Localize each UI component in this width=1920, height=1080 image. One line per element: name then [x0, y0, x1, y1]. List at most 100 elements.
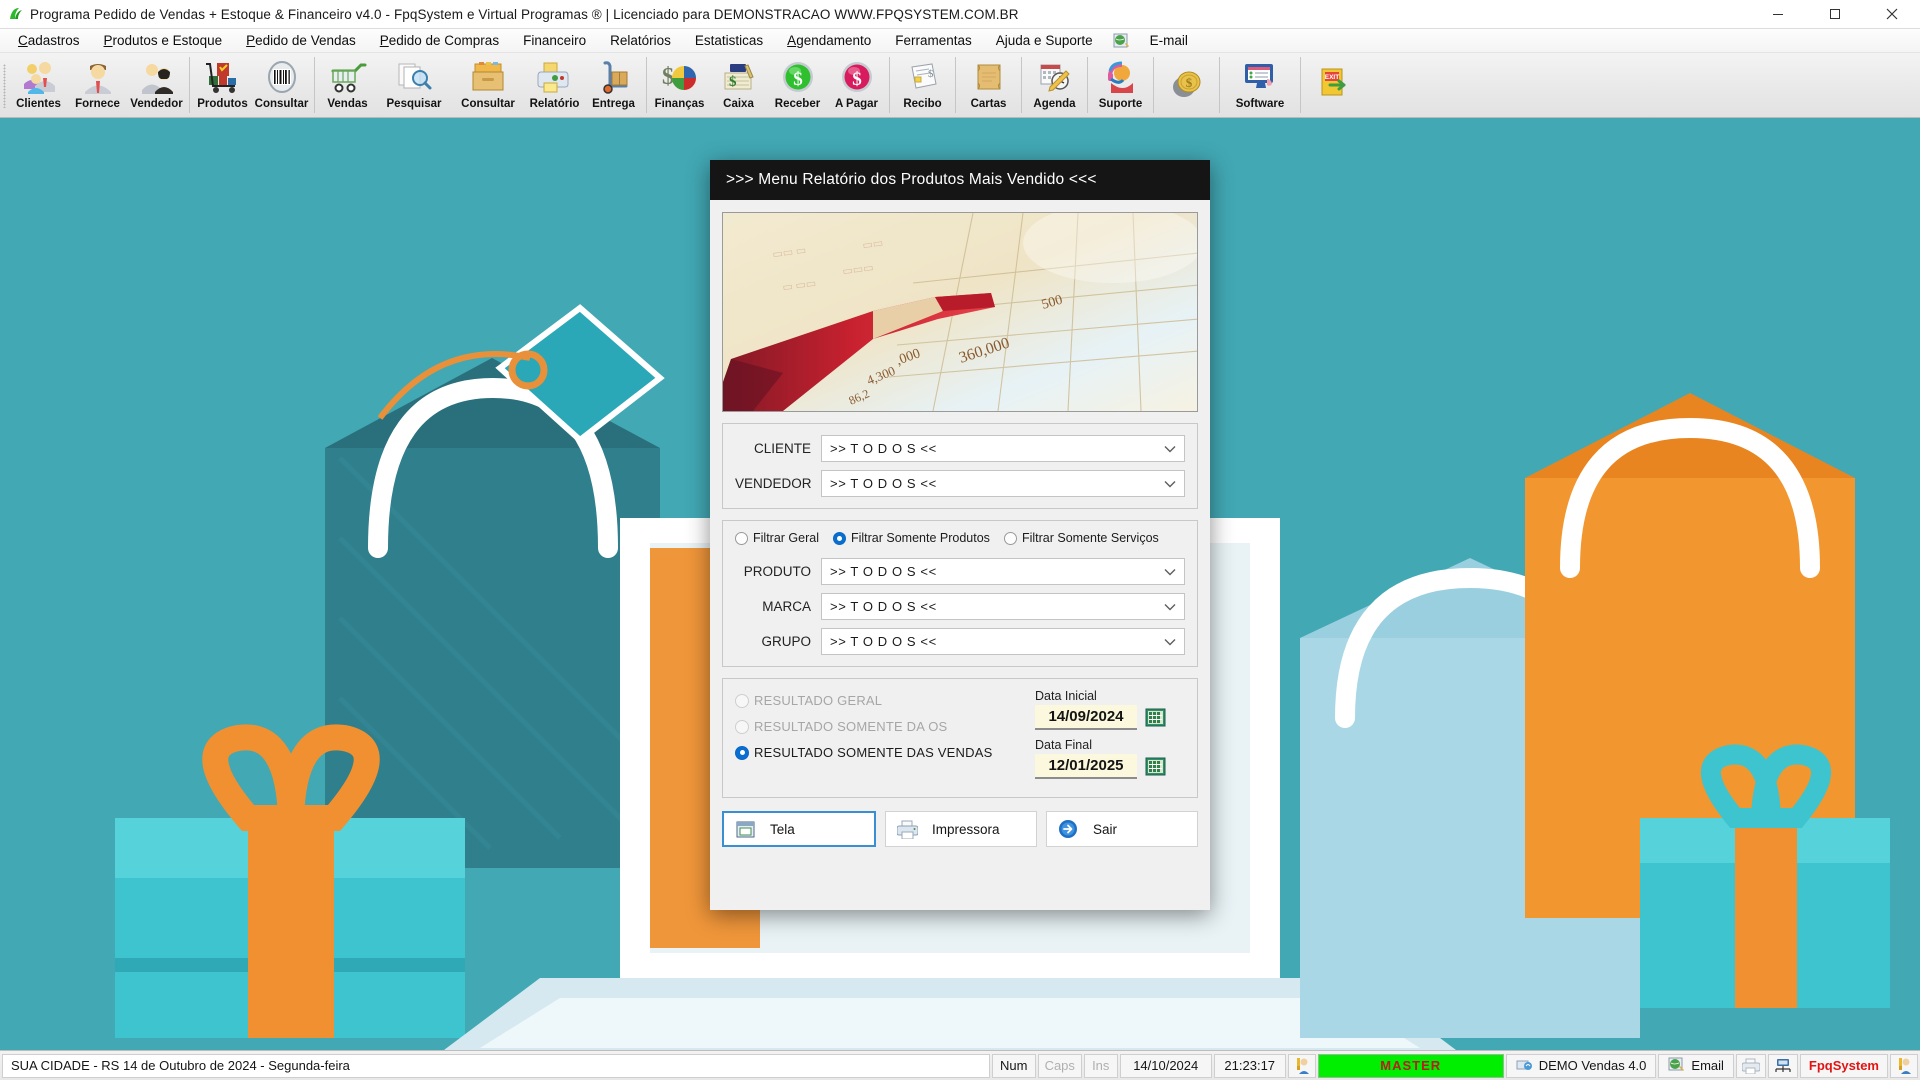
radio-filtrar-geral[interactable]: Filtrar Geral [735, 531, 819, 545]
menu-agendamento[interactable]: Agendamento [775, 31, 883, 50]
toolbar-group-sair: EXIT [1304, 53, 1363, 117]
chevron-down-icon [1164, 564, 1176, 579]
date-range-group: Data Inicial 14/09/2024 Data Final 12/01… [1035, 689, 1185, 787]
radio-resultado-somente-da-os[interactable]: RESULTADO SOMENTE DA OS [735, 719, 1035, 734]
filter-row-marca: MARCA >> T O D O S << [735, 592, 1185, 621]
printer-icon [896, 820, 918, 839]
menu-estatisticas[interactable]: Estatisticas [683, 31, 775, 50]
toolbar-button-vendas[interactable]: Vendas [318, 53, 377, 117]
toolbar-button-suporte[interactable]: Suporte [1091, 53, 1150, 117]
menu-cadastros[interactable]: Cadastros [6, 31, 92, 50]
menu-relatorios[interactable]: Relatórios [598, 31, 683, 50]
grupo-combobox[interactable]: >> T O D O S << [821, 628, 1185, 655]
data-inicial-input[interactable]: 14/09/2024 [1035, 705, 1137, 730]
clients-group-icon [20, 57, 58, 97]
radio-label: RESULTADO SOMENTE DA OS [754, 719, 948, 734]
impressora-button[interactable]: Impressora [885, 811, 1037, 847]
close-button[interactable] [1863, 0, 1920, 29]
menu-email[interactable]: E-mail [1138, 31, 1200, 50]
toolbar-button-relatorio[interactable]: Relatório [525, 53, 584, 117]
minimize-button[interactable] [1749, 0, 1806, 29]
toolbar-button-vendedor[interactable]: Vendedor [127, 53, 186, 117]
toolbar-button-recibo[interactable]: $ Recibo [893, 53, 952, 117]
data-final-input[interactable]: 12/01/2025 [1035, 754, 1137, 779]
chevron-down-icon [1164, 599, 1176, 614]
tela-button[interactable]: Tela [722, 811, 876, 847]
toolbar-button-clientes[interactable]: Clientes [9, 53, 68, 117]
calendar-icon[interactable] [1144, 756, 1167, 777]
produto-combobox[interactable]: >> T O D O S << [821, 558, 1185, 585]
status-num: Num [991, 1053, 1036, 1078]
radio-filtrar-somente-servicos[interactable]: Filtrar Somente Serviços [1003, 531, 1159, 545]
dialog-body: ▭▭ ▭ ▭▭▭ ▭ ▭▭ ▭▭ 500 360,000 ,000 4,300 … [710, 200, 1210, 910]
toolbar-button-consultar-produtos[interactable]: Consultar [252, 53, 311, 117]
svg-text:EXIT: EXIT [1324, 74, 1338, 81]
report-printer-icon [537, 57, 573, 97]
toolbar-grip[interactable] [0, 53, 9, 117]
chevron-down-icon [1164, 441, 1176, 456]
radio-filtrar-somente-produtos[interactable]: Filtrar Somente Produtos [832, 531, 990, 545]
menu-produtos-e-estoque[interactable]: Produtos e Estoque [92, 31, 235, 50]
toolbar-label: Consultar [461, 98, 515, 110]
marca-combobox[interactable]: >> T O D O S << [821, 593, 1185, 620]
toolbar-button-fornece[interactable]: Fornece [68, 53, 127, 117]
toolbar-separator [189, 57, 190, 113]
radio-resultado-geral[interactable]: RESULTADO GERAL [735, 693, 1035, 708]
chevron-down-icon [1164, 476, 1176, 491]
data-inicial-row: 14/09/2024 [1035, 705, 1185, 730]
data-final-label: Data Final [1035, 738, 1092, 752]
cliente-combobox[interactable]: >> T O D O S << [821, 435, 1185, 462]
toolbar-separator [1300, 57, 1301, 113]
menu-ferramentas[interactable]: Ferramentas [883, 31, 984, 50]
produto-label: PRODUTO [743, 564, 811, 579]
svg-text:$: $ [1185, 75, 1192, 90]
email-label: Email [1691, 1058, 1724, 1073]
vendedor-value: >> T O D O S << [830, 476, 937, 491]
toolbar-group-cartas: Cartas [959, 53, 1018, 117]
green-dollar-icon: $ [781, 57, 815, 97]
toolbar-button-caixa[interactable]: $ Caixa [709, 53, 768, 117]
toolbar-button-coin[interactable]: $ [1157, 53, 1216, 117]
toolbar-button-a-pagar[interactable]: $ A Pagar [827, 53, 886, 117]
dialog-title: >>> Menu Relatório dos Produtos Mais Ven… [710, 160, 1210, 200]
toolbar-label: Cartas [970, 98, 1007, 110]
top-filters-panel: CLIENTE >> T O D O S << VENDEDOR >> T O … [722, 423, 1198, 509]
product-filters-panel: Filtrar Geral Filtrar Somente Produtos F… [722, 520, 1198, 667]
status-message: SUA CIDADE - RS 14 de Outubro de 2024 - … [2, 1053, 990, 1078]
menu-ajuda-e-suporte[interactable]: Ajuda e Suporte [984, 31, 1105, 50]
maximize-button[interactable] [1806, 0, 1863, 29]
toolbar-button-financas[interactable]: $ Finanças [650, 53, 709, 117]
radio-label: RESULTADO SOMENTE DAS VENDAS [754, 745, 993, 760]
calendar-icon[interactable] [1144, 707, 1167, 728]
sair-button[interactable]: Sair [1046, 811, 1198, 847]
toolbar-button-produtos[interactable]: Produtos [193, 53, 252, 117]
help-globe-icon[interactable] [1105, 32, 1138, 49]
menu-pedido-de-compras[interactable]: Pedido de Compras [368, 31, 511, 50]
toolbar-button-exit[interactable]: EXIT [1304, 53, 1363, 117]
toolbar-button-entrega[interactable]: Entrega [584, 53, 643, 117]
user-key-icon [1287, 1053, 1316, 1078]
delivery-dolly-icon [597, 57, 631, 97]
file-drawer-icon [470, 57, 506, 97]
marca-value: >> T O D O S << [830, 599, 937, 614]
window-title: Programa Pedido de Vendas + Estoque & Fi… [30, 6, 1019, 22]
toolbar-button-agenda[interactable]: Agenda [1025, 53, 1084, 117]
vendedor-combobox[interactable]: >> T O D O S << [821, 470, 1185, 497]
status-email[interactable]: Email [1658, 1053, 1734, 1078]
toolbar-button-cartas[interactable]: Cartas [959, 53, 1018, 117]
printer-icon[interactable] [1735, 1053, 1766, 1078]
toolbar-button-receber[interactable]: $ Receber [768, 53, 827, 117]
network-icon[interactable] [1767, 1053, 1798, 1078]
svg-text:$: $ [729, 74, 737, 90]
toolbar-separator [889, 57, 890, 113]
toolbar-label: Vendas [327, 98, 368, 110]
toolbar-button-consultar-vendas[interactable]: Consultar [451, 53, 525, 117]
toolbar-button-software[interactable]: Software [1223, 53, 1297, 117]
radio-resultado-somente-das-vendas[interactable]: RESULTADO SOMENTE DAS VENDAS [735, 745, 1035, 760]
menu-financeiro[interactable]: Financeiro [511, 31, 598, 50]
toolbar-button-pesquisar[interactable]: Pesquisar [377, 53, 451, 117]
menu-pedido-de-vendas[interactable]: Pedido de Vendas [234, 31, 368, 50]
toolbar-label: Consultar [254, 98, 309, 110]
toolbar-group-produtos: Produtos Consultar [193, 53, 311, 117]
toolbar-label: Software [1235, 98, 1285, 110]
